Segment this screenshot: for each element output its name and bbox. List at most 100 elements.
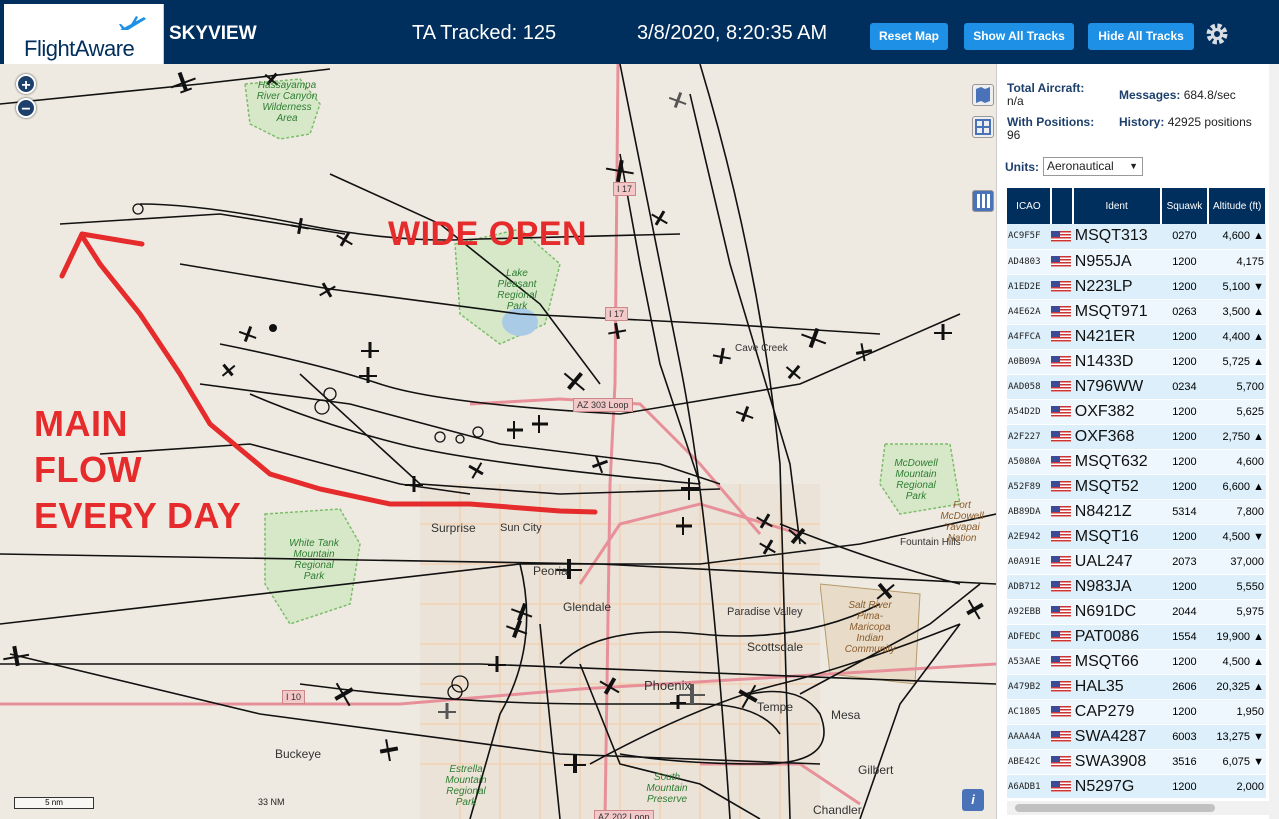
cell-altitude: 1,950: [1208, 699, 1266, 725]
cell-squawk: 2073: [1160, 549, 1209, 575]
park-label: Salt River Pima-Maricopa Indian Communit…: [844, 600, 896, 655]
us-flag-icon: [1050, 631, 1071, 643]
with-positions-label: With Positions:: [1007, 115, 1095, 129]
zoom-in-button[interactable]: +: [16, 74, 36, 94]
table-row[interactable]: AB89DA N8421Z 5314 7,800: [1007, 499, 1266, 525]
map-canvas[interactable]: [0, 64, 996, 819]
table-row[interactable]: A2F227 OXF368 1200 2,750 ▲: [1007, 424, 1266, 450]
show-all-tracks-button[interactable]: Show All Tracks: [964, 23, 1074, 50]
cell-ident: OXF382: [1072, 399, 1161, 425]
vertical-scrollbar[interactable]: [1269, 64, 1279, 819]
table-row[interactable]: A52F89 MSQT52 1200 6,600 ▲: [1007, 474, 1266, 500]
column-header-altitude[interactable]: Altitude (ft): [1208, 188, 1267, 224]
us-flag-icon: [1050, 681, 1071, 693]
reset-map-button[interactable]: Reset Map: [870, 23, 948, 50]
us-flag-icon: [1050, 256, 1071, 268]
road-shield: AZ 303 Loop: [573, 398, 633, 412]
map-layers-icon[interactable]: [972, 84, 994, 106]
us-flag-icon: [1050, 556, 1071, 568]
scrollbar-thumb[interactable]: [1015, 804, 1215, 812]
place-label: Chandler: [813, 803, 862, 817]
us-flag-icon: [1050, 781, 1071, 793]
table-row[interactable]: A5080A MSQT632 1200 4,600: [1007, 449, 1266, 475]
units-select[interactable]: Aeronautical ▼: [1043, 157, 1143, 176]
table-row[interactable]: A4E62A MSQT971 0263 3,500 ▲: [1007, 299, 1266, 325]
gear-icon[interactable]: [1204, 21, 1230, 47]
table-row[interactable]: A0B09A N1433D 1200 5,725 ▲: [1007, 349, 1266, 375]
table-row[interactable]: ABE42C SWA3908 3516 6,075 ▼: [1007, 749, 1266, 775]
cell-ident: MSQT632: [1072, 449, 1161, 475]
cell-squawk: 1200: [1160, 274, 1209, 300]
cell-flag: [1050, 224, 1073, 250]
table-row[interactable]: AC1805 CAP279 1200 1,950: [1007, 699, 1266, 725]
us-flag-icon: [1050, 331, 1071, 343]
table-row[interactable]: A6ADB1 N5297G 1200 2,000: [1007, 774, 1266, 798]
column-header-ident[interactable]: Ident: [1072, 188, 1162, 224]
cell-squawk: 1200: [1160, 449, 1209, 475]
map-view[interactable]: + − WIDE OPEN MAIN FLOW EVERY DAY Surpri…: [0, 64, 996, 819]
table-row[interactable]: A4FFCA N421ER 1200 4,400 ▲: [1007, 324, 1266, 350]
horizontal-scrollbar[interactable]: [1007, 801, 1269, 815]
cell-icao: A0B09A: [1007, 349, 1051, 375]
cell-ident: SWA3908: [1072, 749, 1161, 775]
table-row[interactable]: A479B2 HAL35 2606 20,325 ▲: [1007, 674, 1266, 700]
messages-value: 684.8/sec: [1183, 88, 1236, 102]
annotation-main: MAIN: [34, 403, 128, 444]
cell-altitude: 37,000: [1208, 549, 1266, 575]
cell-flag: [1050, 524, 1073, 550]
cell-altitude: 6,600 ▲: [1208, 474, 1266, 500]
cell-altitude: 5,100 ▼: [1208, 274, 1266, 300]
table-row[interactable]: AC9F5F MSQT313 0270 4,600 ▲: [1007, 224, 1266, 250]
column-header-flag[interactable]: [1050, 188, 1074, 224]
cell-icao: AC1805: [1007, 699, 1051, 725]
cell-altitude: 5,700: [1208, 374, 1266, 400]
table-row[interactable]: A53AAE MSQT66 1200 4,500 ▲: [1007, 649, 1266, 675]
road-shield: I 10: [282, 690, 306, 704]
grid-icon[interactable]: [972, 116, 994, 138]
cell-ident: OXF368: [1072, 424, 1161, 450]
table-row[interactable]: ADFEDC PAT0086 1554 19,900 ▲: [1007, 624, 1266, 650]
cell-ident: N8421Z: [1072, 499, 1161, 525]
place-label: Sun City: [500, 522, 542, 534]
cell-squawk: 1200: [1160, 324, 1209, 350]
aircraft-table: ICAO Ident Squawk Altitude (ft) AC9F5F MS…: [1007, 188, 1267, 798]
cell-ident: MSQT52: [1072, 474, 1161, 500]
place-label: Gilbert: [858, 763, 894, 777]
table-row[interactable]: A0A91E UAL247 2073 37,000: [1007, 549, 1266, 575]
app-title: SKYVIEW: [169, 23, 257, 44]
cell-icao: A92EBB: [1007, 599, 1051, 625]
columns-icon[interactable]: [972, 190, 994, 212]
cell-icao: AB89DA: [1007, 499, 1051, 525]
table-row[interactable]: AD4803 N955JA 1200 4,175: [1007, 249, 1266, 275]
table-row[interactable]: ADB712 N983JA 1200 5,550: [1007, 574, 1266, 600]
cell-altitude: 3,500 ▲: [1208, 299, 1266, 325]
table-row[interactable]: AAAA4A SWA4287 6003 13,275 ▼: [1007, 724, 1266, 750]
current-datetime: 3/8/2020, 8:20:35 AM: [637, 22, 828, 44]
cell-flag: [1050, 424, 1073, 450]
column-header-squawk[interactable]: Squawk: [1160, 188, 1210, 224]
table-row[interactable]: A2E942 MSQT16 1200 4,500 ▼: [1007, 524, 1266, 550]
cell-flag: [1050, 399, 1073, 425]
park-label: Hassayampa River Canyon Wilderness Area: [256, 80, 318, 124]
aircraft-table-wrap[interactable]: ICAO Ident Squawk Altitude (ft) AC9F5F MS…: [1007, 188, 1267, 798]
cell-flag: [1050, 549, 1073, 575]
table-row[interactable]: AAD058 N796WW 0234 5,700: [1007, 374, 1266, 400]
table-row[interactable]: A54D2D OXF382 1200 5,625: [1007, 399, 1266, 425]
cell-ident: PAT0086: [1072, 624, 1161, 650]
hide-all-tracks-button[interactable]: Hide All Tracks: [1088, 23, 1194, 50]
place-label: Paradise Valley: [727, 606, 803, 618]
table-row[interactable]: A1ED2E N223LP 1200 5,100 ▼: [1007, 274, 1266, 300]
info-button[interactable]: i: [962, 789, 984, 811]
flightaware-logo[interactable]: FlightAware: [4, 4, 164, 64]
scale-bar: 5 nm: [14, 797, 94, 809]
table-row[interactable]: A92EBB N691DC 2044 5,975: [1007, 599, 1266, 625]
column-header-icao[interactable]: ICAO: [1007, 188, 1052, 224]
us-flag-icon: [1050, 481, 1071, 493]
messages-stat: Messages: 684.8/sec: [1119, 89, 1236, 102]
place-label: Cave Creek: [735, 343, 788, 354]
total-aircraft-value: n/a: [1007, 94, 1024, 108]
cell-squawk: 1200: [1160, 774, 1209, 798]
cell-altitude: 5,725 ▲: [1208, 349, 1266, 375]
zoom-out-button[interactable]: −: [16, 98, 36, 118]
cell-icao: A479B2: [1007, 674, 1051, 700]
